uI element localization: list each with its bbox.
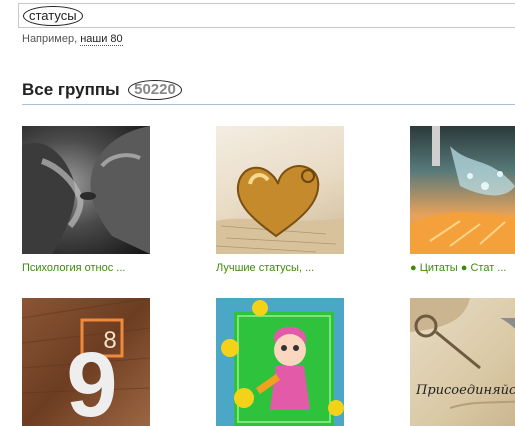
group-title[interactable]: ● Цитаты ● Стат ... (410, 262, 515, 274)
section-title: Все группы (22, 80, 120, 99)
vintage-scissors-image: Присоединяйс (410, 298, 515, 409)
group-thumbnail[interactable]: Присоединяйс (410, 298, 515, 426)
group-title[interactable]: Лучшие статусы, ... (216, 262, 344, 274)
search-value: статусы (23, 6, 83, 26)
group-title[interactable]: Психология относ ... (22, 262, 150, 274)
groups-count: 50220 (128, 80, 182, 100)
group-card[interactable] (216, 298, 344, 426)
group-thumbnail[interactable]: 9 8 (22, 298, 150, 426)
group-thumbnail[interactable] (22, 126, 150, 254)
group-card[interactable]: Лучшие статусы, ... (216, 126, 344, 274)
cartoon-girl-image (221, 300, 344, 426)
hint-link[interactable]: наши 80 (80, 33, 123, 46)
group-thumbnail[interactable] (410, 126, 515, 254)
group-card[interactable]: Психология относ ... (22, 126, 150, 274)
section-header: Все группы 50220 (22, 80, 182, 104)
group-thumbnail[interactable] (216, 298, 344, 426)
kiss-photo (22, 126, 150, 254)
gold-heart-image (216, 165, 344, 254)
citrus-splash-image (410, 126, 515, 254)
group-card[interactable]: ● Цитаты ● Стат ... (410, 126, 515, 274)
search-hint: Например, наши 80 (22, 33, 123, 46)
hint-prefix: Например, (22, 33, 78, 45)
eight-digit: 8 (103, 327, 116, 354)
section-divider (22, 104, 515, 105)
group-card[interactable]: Присоединяйс (410, 298, 515, 426)
number-nine-image: 9 8 (22, 298, 150, 426)
vintage-caption: Присоединяйс (415, 383, 515, 398)
group-thumbnail[interactable] (216, 126, 344, 254)
group-card[interactable]: 9 8 (22, 298, 150, 426)
search-input[interactable]: статусы (18, 3, 515, 28)
